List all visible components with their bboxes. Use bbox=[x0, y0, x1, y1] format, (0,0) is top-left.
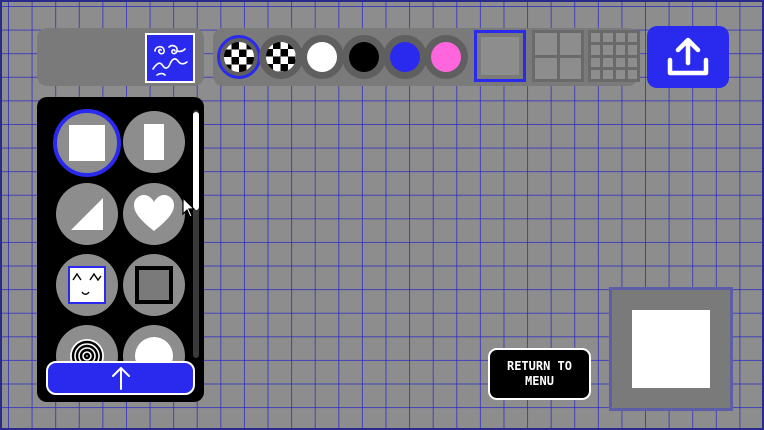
face-pattern-icon bbox=[68, 266, 106, 304]
swatch-checker-b[interactable] bbox=[259, 35, 303, 79]
shape-square[interactable] bbox=[53, 109, 121, 177]
swatch-black[interactable] bbox=[342, 35, 386, 79]
swirl-pattern-icon bbox=[152, 44, 188, 76]
grid-size-4x4[interactable] bbox=[588, 30, 640, 82]
triangle-icon bbox=[71, 198, 103, 230]
arrow-up-icon bbox=[111, 367, 130, 390]
square-icon bbox=[69, 125, 105, 161]
swatch-pink[interactable] bbox=[424, 35, 468, 79]
grid-size-1x1[interactable] bbox=[474, 30, 526, 82]
swatch-checker-a[interactable] bbox=[217, 35, 261, 79]
color-dot bbox=[307, 42, 337, 72]
return-to-menu-button[interactable]: RETURN TO MENU bbox=[488, 348, 591, 400]
shape-outlined-square[interactable] bbox=[123, 254, 185, 316]
color-dot bbox=[431, 42, 461, 72]
mouse-cursor-icon bbox=[182, 197, 196, 218]
heart-icon bbox=[134, 195, 174, 231]
checker-pattern-icon bbox=[266, 42, 296, 72]
grid-size-2x2[interactable] bbox=[532, 30, 584, 82]
color-dot bbox=[349, 42, 379, 72]
grid-cell bbox=[481, 37, 519, 75]
export-button[interactable] bbox=[647, 26, 729, 88]
color-dot bbox=[390, 42, 420, 72]
scrollbar-thumb[interactable] bbox=[193, 112, 199, 210]
pattern-thumbnail[interactable] bbox=[145, 33, 195, 83]
shape-face-pattern[interactable] bbox=[56, 254, 118, 316]
shape-heart[interactable] bbox=[123, 183, 185, 245]
rectangle-icon bbox=[144, 124, 164, 160]
shape-triangle[interactable] bbox=[56, 183, 118, 245]
upload-icon bbox=[667, 37, 709, 76]
shape-tall-rectangle[interactable] bbox=[123, 111, 185, 173]
pattern-preview-tile bbox=[632, 310, 710, 388]
outlined-square-icon bbox=[135, 266, 173, 304]
checker-pattern-icon bbox=[224, 42, 254, 72]
scroll-up-button[interactable] bbox=[46, 361, 195, 395]
swatch-white[interactable] bbox=[300, 35, 344, 79]
swatch-blue[interactable] bbox=[383, 35, 427, 79]
